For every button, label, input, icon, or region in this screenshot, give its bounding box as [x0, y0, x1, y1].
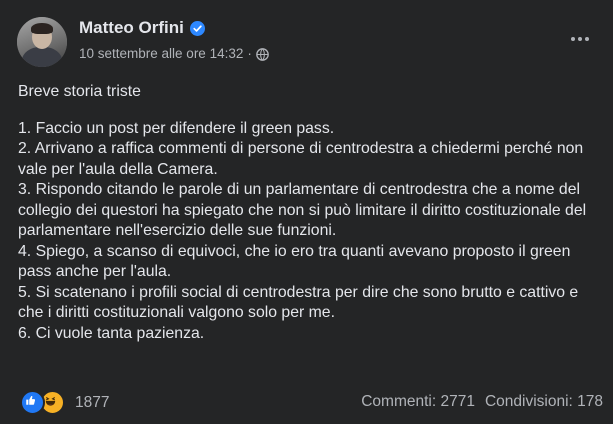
verified-badge-icon — [189, 20, 205, 36]
post-line-1: 1. Faccio un post per difendere il green… — [18, 119, 335, 137]
like-icon — [20, 390, 45, 415]
meta-separator: · — [247, 46, 252, 61]
more-options-icon[interactable] — [571, 34, 593, 44]
post-title: Breve storia triste — [18, 83, 141, 100]
post-stats: Commenti: 2771 Condivisioni: 178 — [361, 393, 603, 411]
post-text: Breve storia triste 1. Faccio un post pe… — [18, 82, 608, 344]
avatar[interactable] — [17, 17, 67, 67]
post-line-3: 3. Rispondo citando le parole di un parl… — [18, 181, 587, 239]
post-line-4: 4. Spiego, a scanso di equivoci, che io … — [18, 242, 571, 281]
post-line-2: 2. Arrivano a raffica commenti di person… — [18, 140, 584, 178]
shares-count[interactable]: Condivisioni: 178 — [485, 393, 603, 411]
author-row: Matteo Orfini — [79, 17, 205, 39]
comments-count[interactable]: Commenti: 2771 — [361, 393, 475, 411]
post-meta: 10 settembre alle ore 14:32 · — [79, 45, 269, 63]
post-card: Matteo Orfini 10 settembre alle ore 14:3… — [0, 0, 613, 424]
post-timestamp[interactable]: 10 settembre alle ore 14:32 — [79, 45, 243, 63]
reactions-summary[interactable]: 1877 — [20, 390, 109, 415]
post-line-6: 6. Ci vuole tanta pazienza. — [18, 324, 205, 342]
reaction-count: 1877 — [75, 393, 110, 411]
globe-icon[interactable] — [256, 47, 269, 61]
author-name[interactable]: Matteo Orfini — [79, 17, 184, 39]
post-line-5: 5. Si scatenano i profili social di cent… — [18, 283, 579, 322]
